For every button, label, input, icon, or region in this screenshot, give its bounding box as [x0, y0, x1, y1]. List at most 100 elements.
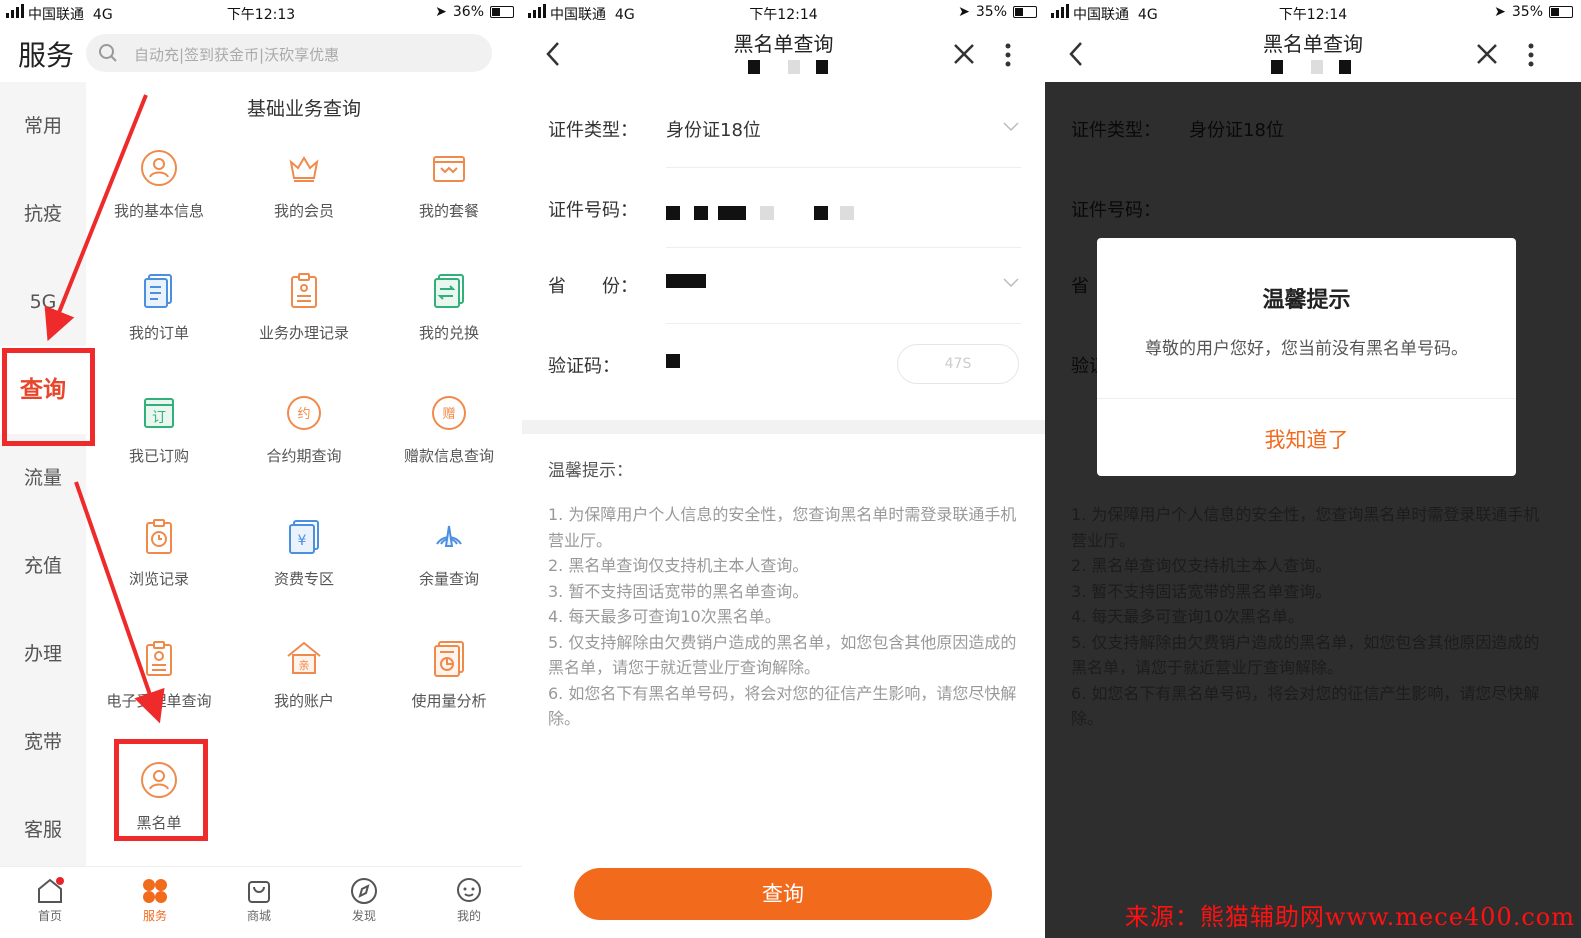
svg-text:亲: 亲 [299, 658, 310, 672]
signal-balance-icon [436, 525, 462, 547]
profile-face-icon [457, 878, 481, 902]
redaction-mark [748, 60, 760, 74]
tab-mine[interactable]: 我的 [439, 875, 499, 924]
sidebar-item-broadband[interactable]: 宽带 [0, 698, 86, 786]
battery-icon [1013, 6, 1037, 18]
location-icon: ➤ [958, 4, 970, 20]
nav-bar: 黑名单查询 [522, 26, 1045, 82]
shop-bag-icon [248, 881, 270, 903]
grid-item-orders[interactable]: 我的订单 [86, 270, 232, 343]
package-icon [433, 156, 465, 182]
gift-money-icon: 赠 [432, 396, 466, 430]
status-bar: 中国联通 4G 下午12:13 ➤ 36% [0, 0, 522, 26]
subscribed-icon: 订 [144, 398, 174, 428]
contract-icon: 约 [287, 396, 321, 430]
grid-item-history[interactable]: 浏览记录 [86, 516, 232, 589]
tab-home[interactable]: 首页 [20, 875, 80, 924]
service-screen: 中国联通 4G 下午12:13 ➤ 36% 服务 自动充|签到获金币|沃砍享优惠 … [0, 0, 522, 938]
sidebar-item-support[interactable]: 客服 [0, 786, 86, 874]
location-icon: ➤ [1494, 4, 1506, 20]
order-list-icon [144, 274, 172, 308]
id-number-field[interactable]: 证件号码： [522, 168, 1045, 248]
location-icon: ➤ [435, 4, 447, 20]
grid-item-tariff[interactable]: ¥ 资费专区 [231, 516, 377, 589]
dialog-confirm-button[interactable]: 我知道了 [1097, 424, 1516, 454]
status-bar: 中国联通 4G 下午12:14 ➤ 35% [522, 0, 1045, 26]
highlight-box-query [2, 348, 95, 446]
grid-item-membership[interactable]: 我的会员 [231, 148, 377, 221]
battery-percent: 35% [1511, 4, 1543, 20]
grid-item-subscribed[interactable]: 订 我已订购 [86, 393, 232, 466]
grid-item-business-records[interactable]: 业务办理记录 [231, 270, 377, 343]
tab-service[interactable]: 服务 [125, 875, 185, 924]
modal-overlay[interactable] [1045, 82, 1581, 938]
history-clock-icon [146, 519, 172, 554]
redaction-mark [694, 206, 708, 220]
redaction-mark [666, 354, 680, 368]
search-input[interactable]: 自动充|签到获金币|沃砍享优惠 [86, 34, 492, 72]
nav-bar: 黑名单查询 [1045, 26, 1581, 82]
more-icon[interactable] [1004, 42, 1012, 68]
redaction-mark [666, 206, 680, 220]
redaction-mark [816, 60, 828, 74]
tariff-icon: ¥ [289, 520, 319, 554]
clipboard-icon [291, 273, 317, 308]
tip-item: 6. 如您名下有黑名单号码，将会对您的征信产生影响，请您尽快解除。 [548, 683, 1017, 729]
page-title: 黑名单查询 [1263, 32, 1363, 56]
redaction-mark [718, 206, 746, 220]
category-sidebar: 常用 抗疫 5G 查询 流量 充值 办理 宽带 客服 [0, 82, 86, 867]
dialog-message: 尊敬的用户您好，您当前没有黑名单号码。 [1145, 339, 1468, 359]
account-house-icon: 亲 [287, 641, 321, 674]
sidebar-item-5g[interactable]: 5G [0, 258, 86, 346]
grid-item-usage-analysis[interactable]: 使用量分析 [376, 638, 522, 711]
blacklist-result-screen: 中国联通 4G 下午12:14 ➤35% 黑名单查询 证件类型： 身份证18位 … [1045, 0, 1581, 938]
grid-item-balance[interactable]: 余量查询 [376, 516, 522, 589]
grid-item-gift-money[interactable]: 赠 赠款信息查询 [376, 393, 522, 466]
svg-text:¥: ¥ [298, 533, 307, 549]
captcha-countdown-button[interactable]: 47S [897, 344, 1019, 384]
battery-percent: 35% [975, 4, 1007, 20]
sidebar-item-epidemic[interactable]: 抗疫 [0, 170, 86, 258]
tip-item: 3. 暂不支持固话宽带的黑名单查询。 [548, 581, 809, 601]
redaction-mark [666, 274, 706, 288]
sidebar-item-handle[interactable]: 办理 [0, 610, 86, 698]
query-button[interactable]: 查询 [574, 868, 992, 920]
captcha-field[interactable]: 验证码： 47S [522, 324, 1045, 404]
tab-discover[interactable]: 发现 [334, 875, 394, 924]
more-icon[interactable] [1527, 42, 1535, 68]
redaction-mark [1339, 60, 1351, 74]
blacklist-query-screen: 中国联通 4G 下午12:14 ➤ 35% 黑名单查询 证件类型： 身份证18位 … [522, 0, 1045, 938]
redaction-mark [814, 206, 828, 220]
alert-dialog: 温馨提示 尊敬的用户您好，您当前没有黑名单号码。 我知道了 [1097, 238, 1516, 476]
grid-item-account[interactable]: 亲 我的账户 [231, 638, 377, 711]
grid-item-e-receipt[interactable]: 电子受理单查询 [86, 638, 232, 711]
chevron-down-icon [1003, 278, 1019, 288]
battery-icon [1549, 6, 1573, 18]
search-icon [99, 44, 117, 62]
divider [522, 420, 1045, 434]
status-bar: 中国联通 4G 下午12:14 ➤ 35% [1045, 0, 1581, 26]
close-icon[interactable] [1475, 42, 1499, 66]
user-info-icon [141, 150, 177, 186]
tab-shop[interactable]: 商城 [229, 875, 289, 924]
grid-item-package[interactable]: 我的套餐 [376, 148, 522, 221]
sidebar-item-recharge[interactable]: 充值 [0, 522, 86, 610]
source-watermark: 来源：熊猫辅助网www.mece400.com [1124, 903, 1575, 931]
tips-title: 温馨提示： [548, 461, 633, 481]
svg-text:约: 约 [297, 407, 310, 422]
sidebar-item-data[interactable]: 流量 [0, 434, 86, 522]
grid-item-contract[interactable]: 约 合约期查询 [231, 393, 377, 466]
bottom-tabbar: 首页 服务 商城 发现 我的 [0, 866, 522, 938]
close-icon[interactable] [952, 42, 976, 66]
e-receipt-icon [146, 641, 172, 676]
service-grid-icon [143, 879, 167, 903]
crown-icon [289, 156, 319, 182]
dialog-title: 温馨提示 [1262, 288, 1351, 313]
grid-item-basic-info[interactable]: 我的基本信息 [86, 148, 232, 221]
svg-text:订: 订 [152, 410, 166, 426]
sidebar-item-common[interactable]: 常用 [0, 82, 86, 170]
grid-item-exchange[interactable]: 我的兑换 [376, 270, 522, 343]
id-type-select[interactable]: 证件类型： 身份证18位 [522, 88, 1045, 168]
chevron-down-icon [1003, 122, 1019, 132]
province-select[interactable]: 省 份： [522, 244, 1045, 324]
